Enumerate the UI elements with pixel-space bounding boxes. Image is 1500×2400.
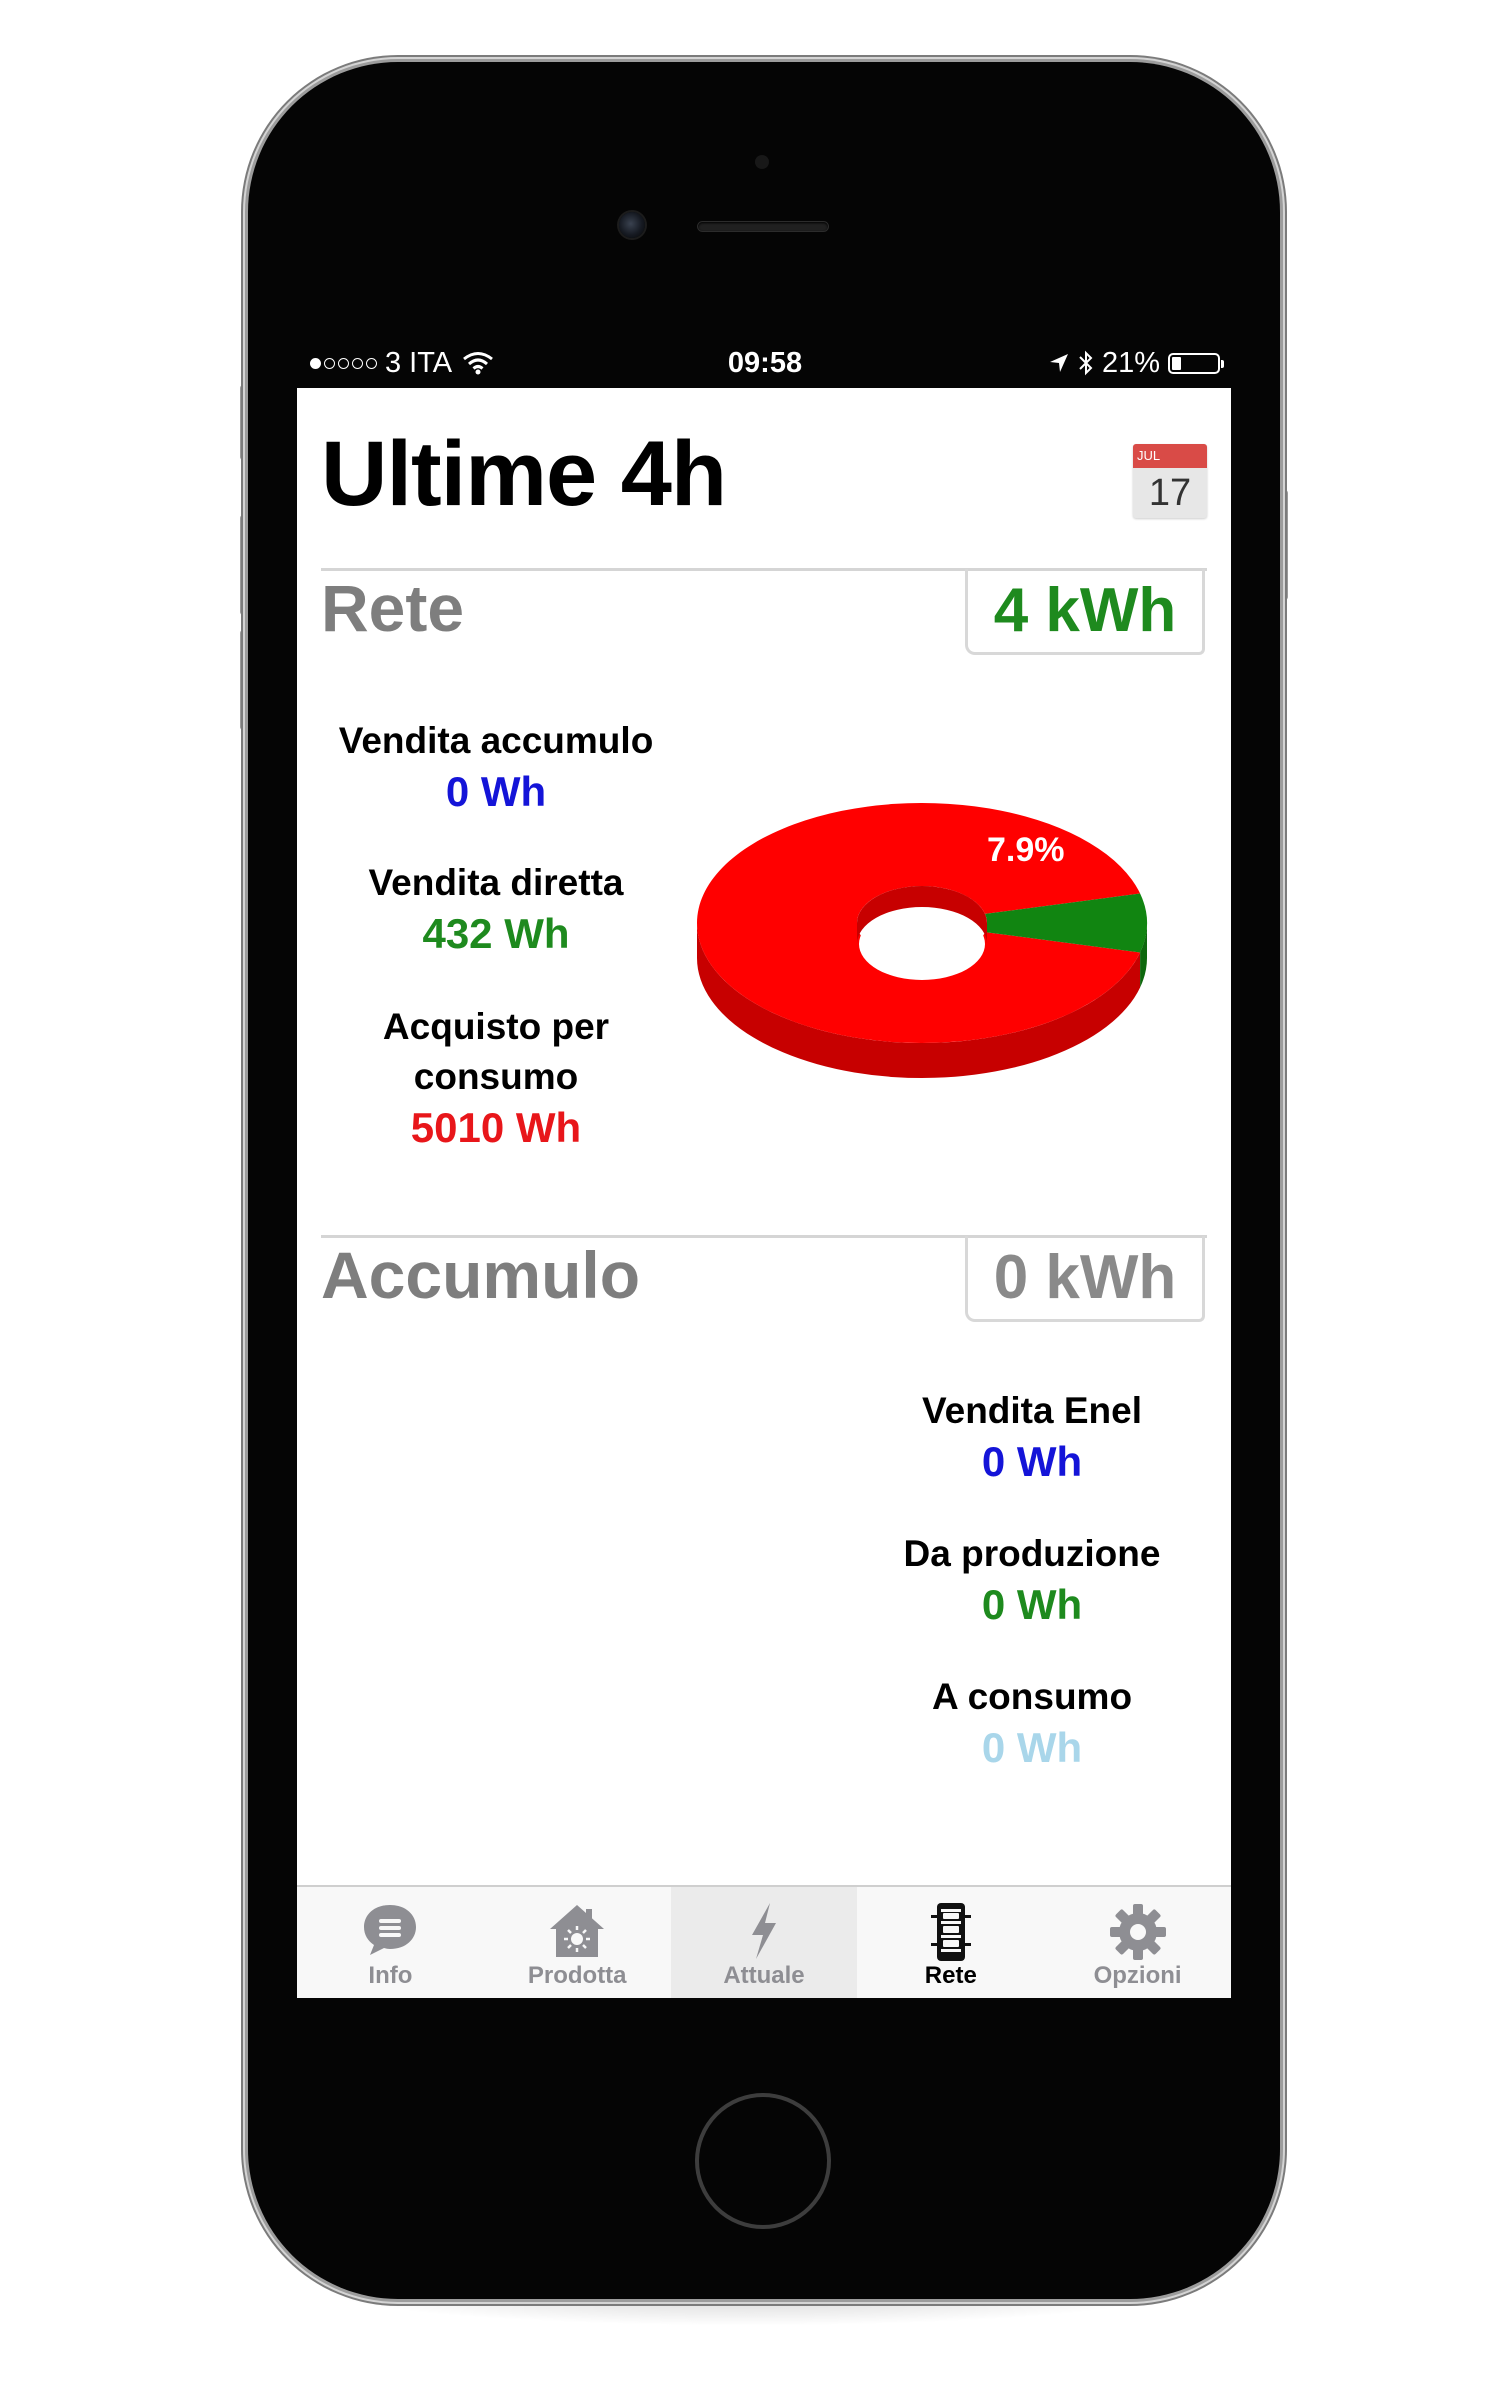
rete-donut-chart[interactable]: 92.1% 7.9% — [687, 743, 1217, 1143]
tab-label: Prodotta — [527, 1962, 627, 1989]
stat-label: Vendita Enel — [921, 1390, 1142, 1431]
donut-slice-label: 92.1% — [747, 775, 843, 813]
tab-label: Opzioni — [1093, 1962, 1182, 1989]
stat-value: 0 Wh — [981, 1724, 1083, 1771]
accumulo-total-kwh: 0 kWh — [965, 1236, 1205, 1322]
bluetooth-icon — [1079, 350, 1093, 376]
tab-prodotta[interactable]: Prodotta — [484, 1887, 671, 1998]
stat-value: 0 Wh — [981, 1438, 1083, 1485]
battery-level-fill — [1172, 356, 1182, 370]
battery-percent: 21% — [1101, 346, 1160, 379]
stat-vendita-diretta: Vendita diretta 432 Wh — [321, 858, 671, 960]
status-bar: 3 ITA 09:58 21% — [310, 344, 1224, 382]
calendar-month: JUL — [1133, 444, 1207, 468]
stat-value: 432 Wh — [422, 910, 570, 957]
stat-acquisto-per-consumo: Acquisto per consumo 5010 Wh — [321, 1002, 671, 1154]
stat-value: 5010 Wh — [410, 1104, 582, 1151]
stat-label: Vendita accumulo — [338, 720, 654, 761]
donut-hole — [859, 908, 985, 980]
tab-label: Rete — [924, 1962, 977, 1989]
rete-section-title: Rete — [321, 571, 465, 645]
calendar-icon[interactable]: JUL 17 — [1133, 444, 1207, 518]
stat-label: Da produzione — [903, 1533, 1161, 1574]
stat-label: A consumo — [931, 1676, 1133, 1717]
stat-vendita-enel: Vendita Enel 0 Wh — [857, 1386, 1207, 1488]
location-arrow-icon — [1049, 354, 1068, 372]
tab-bar: Info Prodotta Attuale Rete Opzioni — [297, 1885, 1231, 1998]
power-button — [1279, 490, 1288, 600]
stat-vendita-accumulo: Vendita accumulo 0 Wh — [321, 716, 671, 818]
status-right: 21% — [1048, 344, 1224, 382]
chat-bubble-icon — [364, 1905, 417, 1955]
page-title: Ultime 4h — [321, 423, 727, 525]
stat-label-line1: Acquisto per — [382, 1006, 610, 1047]
accumulo-section-title: Accumulo — [321, 1238, 641, 1312]
solar-house-icon — [550, 1905, 605, 1957]
stat-da-produzione: Da produzione 0 Wh — [857, 1529, 1207, 1631]
tab-label: Info — [368, 1962, 413, 1989]
tab-opzioni[interactable]: Opzioni — [1044, 1887, 1231, 1998]
power-pylon-icon — [930, 1903, 971, 1961]
gear-icon — [1109, 1904, 1166, 1960]
front-camera — [619, 212, 645, 238]
stat-label: Vendita diretta — [368, 862, 624, 903]
stat-label-line2: consumo — [413, 1056, 579, 1097]
tab-label: Attuale — [723, 1962, 805, 1989]
rete-total-kwh: 4 kWh — [965, 569, 1205, 655]
tab-attuale[interactable]: Attuale — [670, 1887, 858, 1998]
battery-icon — [1168, 352, 1224, 374]
stat-value: 0 Wh — [981, 1581, 1083, 1628]
stat-a-consumo: A consumo 0 Wh — [857, 1672, 1207, 1774]
earpiece-speaker — [698, 222, 828, 231]
home-button[interactable] — [695, 2093, 831, 2229]
stat-value: 0 Wh — [445, 768, 547, 815]
tab-rete[interactable]: Rete — [857, 1887, 1044, 1998]
calendar-day: 17 — [1148, 472, 1192, 514]
donut-slice-label: 7.9% — [987, 831, 1065, 869]
lightning-bolt-icon — [751, 1903, 776, 1959]
app-screen: Ultime 4h JUL 17 Rete 4 kWh Vendita accu… — [297, 388, 1231, 1998]
proximity-sensor — [755, 155, 769, 169]
tab-info[interactable]: Info — [297, 1887, 484, 1998]
